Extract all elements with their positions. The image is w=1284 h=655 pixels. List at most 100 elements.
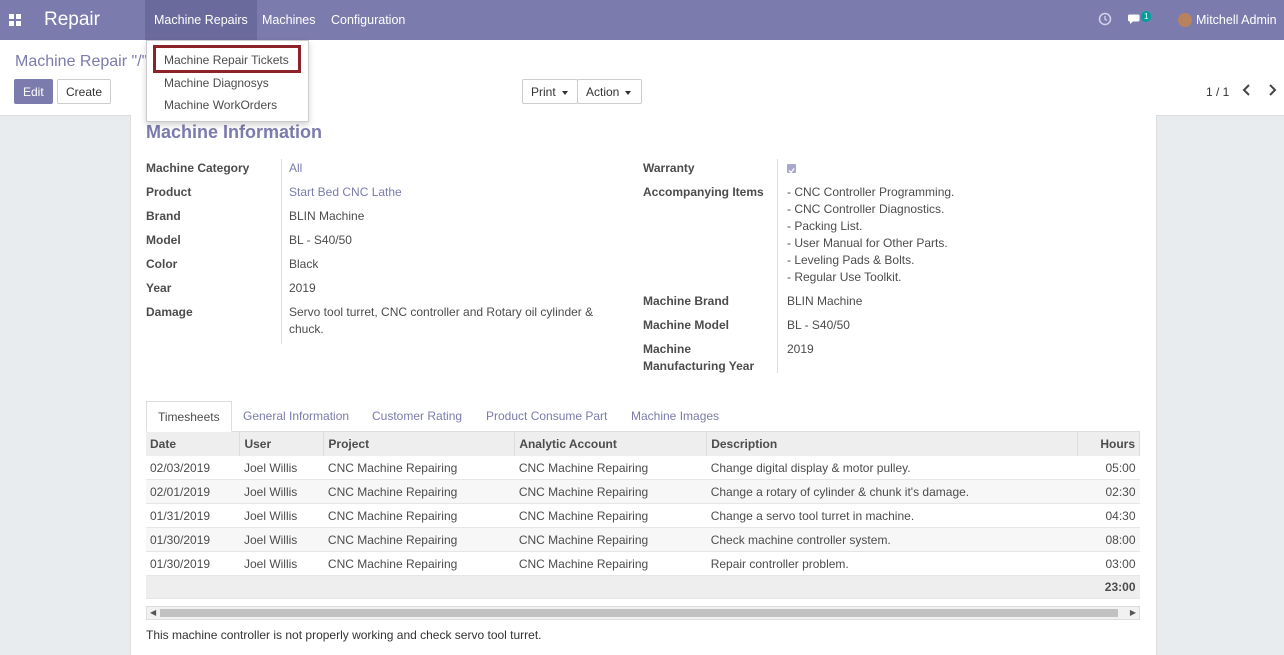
- accompanying-item: - User Manual for Other Parts.: [787, 236, 948, 250]
- cell-project: CNC Machine Repairing: [323, 551, 515, 576]
- field-label: Accompanying Items: [643, 185, 764, 199]
- year-value: 2019: [289, 281, 316, 295]
- menu-machine-repairs[interactable]: Machine Repairs: [145, 0, 257, 40]
- menu-item-machine-workorders[interactable]: Machine WorkOrders: [164, 98, 277, 112]
- cell-date: 01/30/2019: [146, 551, 240, 576]
- color-value: Black: [289, 257, 319, 271]
- accompanying-item: - Leveling Pads & Bolts.: [787, 253, 915, 267]
- cell-project: CNC Machine Repairing: [323, 479, 515, 504]
- print-button[interactable]: Print: [522, 79, 578, 104]
- field-label: Manufacturing Year: [643, 359, 755, 373]
- column-header-project[interactable]: Project: [323, 432, 516, 456]
- divider: [281, 159, 282, 344]
- column-header-user[interactable]: User: [239, 432, 325, 456]
- user-menu[interactable]: Mitchell Admin: [1196, 13, 1277, 27]
- breadcrumb: Machine Repair "/": [15, 53, 148, 70]
- cell-user: Joel Willis: [239, 503, 324, 528]
- field-label: Model: [146, 233, 181, 247]
- machine-repairs-dropdown: Machine Repair Tickets Machine Diagnosys…: [146, 40, 309, 122]
- column-header-date[interactable]: Date: [146, 432, 241, 456]
- cell-date: 02/03/2019: [146, 456, 240, 480]
- notebook-tabs: Timesheets General Information Customer …: [146, 401, 1140, 432]
- menu-configuration[interactable]: Configuration: [322, 0, 414, 40]
- cell-user: Joel Willis: [239, 527, 324, 552]
- accompanying-item: - Packing List.: [787, 219, 863, 233]
- column-header-analytic-account[interactable]: Analytic Account: [514, 432, 708, 456]
- chevron-left-icon[interactable]: [1242, 83, 1252, 100]
- cell-description: Change a servo tool turret in machine.: [706, 503, 1078, 528]
- divider: [777, 159, 778, 373]
- pager-value[interactable]: 1 / 1: [1206, 85, 1229, 99]
- field-label: Machine Model: [643, 318, 730, 332]
- cell-hours: 03:00: [1077, 551, 1140, 576]
- field-label: Warranty: [643, 161, 695, 175]
- product-link[interactable]: Start Bed CNC Lathe: [289, 184, 402, 201]
- table-row[interactable]: 01/30/2019 Joel Willis CNC Machine Repai…: [146, 551, 1140, 576]
- cell-project: CNC Machine Repairing: [323, 503, 515, 528]
- cell-description: Change digital display & motor pulley.: [706, 456, 1078, 480]
- cell-project: CNC Machine Repairing: [323, 456, 515, 480]
- scroll-right-icon[interactable]: ▶: [1130, 608, 1136, 617]
- table-total-row: 23:00: [146, 575, 1140, 599]
- cell-user: Joel Willis: [239, 551, 324, 576]
- action-button[interactable]: Action: [577, 79, 642, 104]
- table-row[interactable]: 02/01/2019 Joel Willis CNC Machine Repai…: [146, 479, 1140, 504]
- machine-category-link[interactable]: All: [289, 160, 302, 177]
- app-brand[interactable]: Repair: [44, 9, 100, 31]
- cell-description: Repair controller problem.: [706, 551, 1078, 576]
- machine-brand-value: BLIN Machine: [787, 294, 863, 308]
- cell-analytic-account: CNC Machine Repairing: [514, 456, 707, 480]
- cell-analytic-account: CNC Machine Repairing: [514, 527, 707, 552]
- cell-analytic-account: CNC Machine Repairing: [514, 551, 707, 576]
- cell-user: Joel Willis: [239, 479, 324, 504]
- table-row[interactable]: 01/30/2019 Joel Willis CNC Machine Repai…: [146, 527, 1140, 552]
- edit-button[interactable]: Edit: [14, 79, 53, 104]
- machine-model-value: BL - S40/50: [787, 318, 850, 332]
- brand-value: BLIN Machine: [289, 209, 365, 223]
- table-header-row: Date User Project Analytic Account Descr…: [146, 432, 1141, 456]
- accompanying-item: - Regular Use Toolkit.: [787, 270, 902, 284]
- field-label: Damage: [146, 305, 193, 319]
- field-label: Brand: [146, 209, 181, 223]
- chevron-right-icon[interactable]: [1267, 83, 1277, 100]
- horizontal-scrollbar[interactable]: ◀ ▶: [146, 606, 1140, 620]
- cell-project: CNC Machine Repairing: [323, 527, 515, 552]
- internal-note: This machine controller is not properly …: [146, 628, 542, 642]
- cell-analytic-account: CNC Machine Repairing: [514, 479, 707, 504]
- damage-value-line1: Servo tool turret, CNC controller and Ro…: [289, 305, 594, 319]
- scroll-left-icon[interactable]: ◀: [150, 608, 156, 617]
- cell-hours: 08:00: [1077, 527, 1140, 552]
- column-header-hours[interactable]: Hours: [1077, 432, 1141, 456]
- menu-item-machine-diagnosys[interactable]: Machine Diagnosys: [164, 76, 269, 90]
- table-row[interactable]: 01/31/2019 Joel Willis CNC Machine Repai…: [146, 503, 1140, 528]
- tab-timesheets[interactable]: Timesheets: [146, 401, 232, 432]
- cell-date: 02/01/2019: [146, 479, 240, 504]
- action-label: Action: [586, 85, 620, 99]
- cell-date: 01/30/2019: [146, 527, 240, 552]
- table-row[interactable]: 02/03/2019 Joel Willis CNC Machine Repai…: [146, 456, 1140, 480]
- field-label: Color: [146, 257, 178, 271]
- damage-value-line2: chuck.: [289, 322, 324, 336]
- top-navbar: Repair Machine Repairs Machines Configur…: [0, 0, 1284, 40]
- column-header-description[interactable]: Description: [706, 432, 1078, 456]
- menu-item-machine-repair-tickets[interactable]: Machine Repair Tickets: [164, 53, 289, 67]
- cell-hours: 02:30: [1077, 479, 1140, 504]
- mfg-year-value: 2019: [787, 342, 814, 356]
- menu-machines[interactable]: Machines: [253, 0, 325, 40]
- tab-customer-rating[interactable]: Customer Rating: [361, 401, 473, 431]
- create-button[interactable]: Create: [57, 79, 111, 104]
- tab-general-information[interactable]: General Information: [232, 401, 360, 431]
- scrollbar-thumb[interactable]: [160, 609, 1118, 617]
- clock-icon[interactable]: [1098, 12, 1112, 29]
- avatar[interactable]: [1178, 13, 1192, 27]
- tab-machine-images[interactable]: Machine Images: [620, 401, 730, 431]
- total-hours: 23:00: [1077, 575, 1140, 599]
- grid-icon[interactable]: [9, 14, 21, 26]
- tab-product-consume-part[interactable]: Product Consume Part: [475, 401, 618, 431]
- model-value: BL - S40/50: [289, 233, 352, 247]
- cell-description: Check machine controller system.: [706, 527, 1078, 552]
- cell-analytic-account: CNC Machine Repairing: [514, 503, 707, 528]
- field-label: Machine: [643, 342, 692, 356]
- field-label: Year: [146, 281, 172, 295]
- section-title: Machine Information: [146, 122, 323, 142]
